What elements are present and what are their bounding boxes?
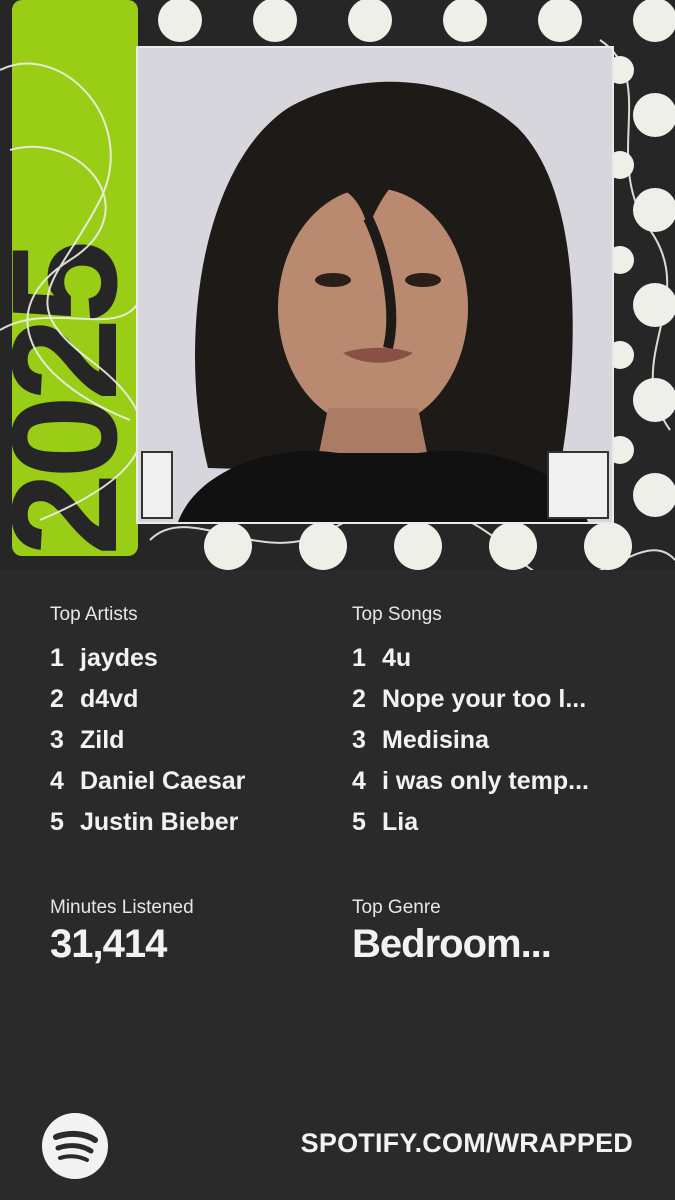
spotify-logo-icon	[42, 1113, 108, 1179]
list-item: 2 d4vd	[50, 685, 245, 726]
rank: 4	[352, 767, 366, 795]
song-name: i was only temp...	[382, 767, 589, 795]
artist-name: jaydes	[80, 644, 158, 672]
list-item: 4 i was only temp...	[352, 767, 589, 808]
top-songs-label: Top Songs	[352, 604, 442, 625]
year-text: 2025	[0, 244, 148, 556]
artist-name: d4vd	[80, 685, 139, 713]
rank: 3	[352, 726, 366, 754]
profile-photo	[136, 46, 614, 524]
top-artists-list: 1 jaydes 2 d4vd 3 Zild 4 Daniel Caesar 5 Just…	[50, 644, 245, 849]
rank: 2	[50, 685, 64, 713]
portrait-illustration	[138, 48, 612, 522]
list-item: 4 Daniel Caesar	[50, 767, 245, 808]
top-genre-value: Bedroom...	[352, 922, 552, 966]
top-artists-label: Top Artists	[50, 604, 138, 625]
list-item: 1 jaydes	[50, 644, 245, 685]
artist-name: Daniel Caesar	[80, 767, 246, 795]
list-item: 2 Nope your too l...	[352, 685, 589, 726]
rank: 2	[352, 685, 366, 713]
year-2025-graphic: 2025	[0, 0, 148, 556]
list-item: 5 Justin Bieber	[50, 808, 245, 849]
song-name: Nope your too l...	[382, 685, 587, 713]
song-name: Lia	[382, 808, 419, 836]
minutes-listened-label: Minutes Listened	[50, 897, 194, 918]
rank: 3	[50, 726, 64, 754]
minutes-listened-value: 31,414	[50, 922, 167, 966]
song-name: Medisina	[382, 726, 489, 754]
top-genre-label: Top Genre	[352, 897, 441, 918]
rank: 1	[50, 644, 64, 672]
list-item: 3 Zild	[50, 726, 245, 767]
rank: 5	[352, 808, 366, 836]
artist-name: Justin Bieber	[80, 808, 239, 836]
spotify-wrapped-url[interactable]: SPOTIFY.COM/WRAPPED	[301, 1128, 633, 1159]
artist-name: Zild	[80, 726, 125, 754]
wrapped-hero-graphic: 2025	[0, 0, 675, 570]
rank: 1	[352, 644, 366, 672]
list-item: 3 Medisina	[352, 726, 589, 767]
list-item: 1 4u	[352, 644, 589, 685]
rank: 5	[50, 808, 64, 836]
list-item: 5 Lia	[352, 808, 589, 849]
rank: 4	[50, 767, 64, 795]
song-name: 4u	[382, 644, 412, 672]
top-songs-list: 1 4u 2 Nope your too l... 3 Medisina 4 i was…	[352, 644, 589, 849]
